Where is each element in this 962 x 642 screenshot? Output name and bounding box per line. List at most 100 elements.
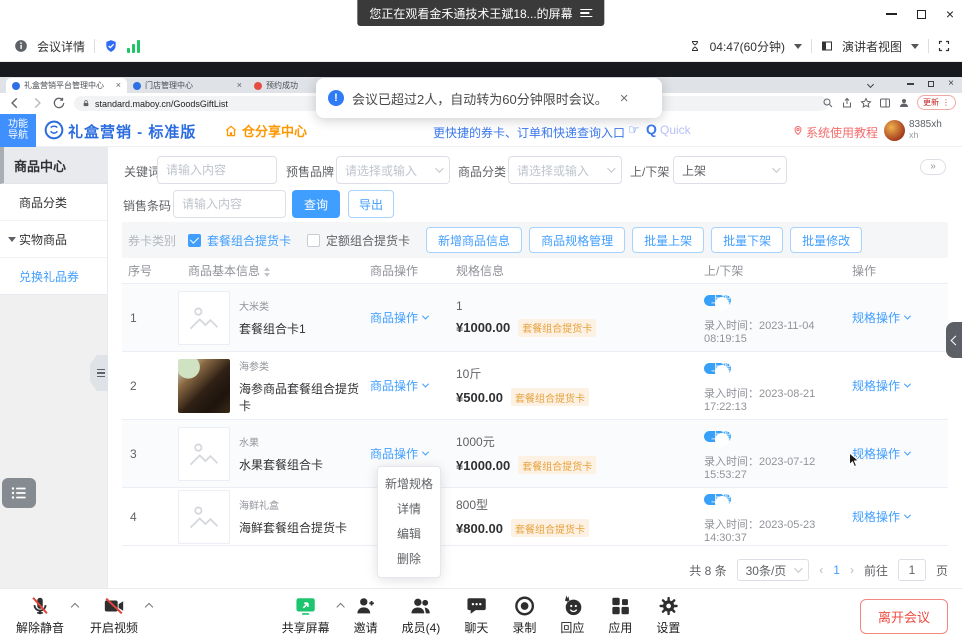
product-op-link[interactable]: 商品操作	[370, 377, 428, 394]
sort-icon[interactable]	[264, 267, 270, 277]
side-panel-icon[interactable]	[879, 97, 891, 109]
brand-title: 礼盒营销 - 标准版	[68, 121, 196, 142]
goto-page-input[interactable]	[898, 559, 926, 581]
export-button[interactable]: 导出	[348, 190, 394, 218]
view-mode-button[interactable]: 演讲者视图	[842, 38, 902, 55]
page-size-select[interactable]: 30条/页	[737, 559, 810, 581]
sidebar-item-physical-goods[interactable]: 实物商品	[0, 221, 107, 258]
shelf-toggle[interactable]: 上架	[704, 494, 731, 505]
invite-button[interactable]: 邀请	[354, 595, 378, 636]
user-avatar[interactable]	[884, 120, 905, 141]
kebab-menu-icon[interactable]: ⋮	[942, 98, 950, 107]
spec-op-label: 规格操作	[852, 377, 900, 394]
spec-manage-button[interactable]: 商品规格管理	[529, 227, 625, 253]
profile-icon[interactable]	[898, 97, 910, 109]
brand-select[interactable]: 请选择或输入	[336, 156, 450, 184]
tutorial-link[interactable]: 系统使用教程	[806, 124, 878, 141]
share-screen-button[interactable]: 共享屏幕	[282, 595, 330, 636]
share-center-link[interactable]: 仓分享中心	[224, 121, 307, 140]
menu-item-detail[interactable]: 详情	[378, 497, 440, 522]
unmute-button[interactable]: 解除静音	[16, 595, 64, 636]
checkbox-combo-card-label[interactable]: 套餐组合提货卡	[207, 232, 291, 249]
bookmark-star-icon[interactable]	[860, 97, 872, 109]
quick-label[interactable]: Quick	[660, 123, 691, 137]
window-maximize-button[interactable]	[917, 10, 926, 19]
view-dropdown-caret-icon[interactable]	[911, 44, 919, 49]
browser-minimize-button[interactable]	[907, 83, 914, 84]
browser-update-button[interactable]: 更新 ⋮	[917, 95, 956, 110]
checkbox-combo-card[interactable]	[188, 234, 201, 247]
browser-tab[interactable]: 门店管理中心 ×	[127, 78, 248, 93]
window-close-button[interactable]: ×	[946, 7, 954, 21]
window-minimize-button[interactable]	[886, 13, 897, 15]
share-options-caret-icon[interactable]	[336, 603, 344, 611]
checkbox-fixed-card-label[interactable]: 定额组合提货卡	[326, 232, 410, 249]
tab-close-icon[interactable]: ×	[116, 81, 121, 90]
back-icon[interactable]	[8, 96, 22, 110]
quick-entry-tip[interactable]: 更快捷的券卡、订单和快递查询入口	[433, 124, 625, 141]
shelf-toggle[interactable]: 上架	[704, 431, 731, 442]
product-op-link[interactable]: 商品操作	[370, 309, 428, 326]
nav-toggle-button[interactable]: 功能导航	[0, 114, 36, 147]
keyword-input[interactable]	[157, 156, 277, 184]
reaction-button[interactable]: 回应	[560, 595, 584, 636]
sidebar-item-goods-category[interactable]: 商品分类	[0, 184, 107, 221]
banner-menu-icon[interactable]	[581, 9, 593, 18]
control-label: 解除静音	[16, 619, 64, 636]
bulk-on-shelf-button[interactable]: 批量上架	[632, 227, 704, 253]
shelf-select[interactable]: 上架	[673, 156, 787, 184]
divider	[928, 39, 929, 53]
right-panel-handle[interactable]	[946, 322, 962, 358]
spec-op-link[interactable]: 规格操作	[852, 309, 910, 326]
add-product-button[interactable]: 新增商品信息	[426, 227, 522, 253]
quick-q-icon[interactable]: Q	[646, 121, 657, 137]
control-label: 聊天	[464, 619, 488, 636]
floating-list-button[interactable]	[2, 478, 36, 508]
barcode-input[interactable]	[173, 190, 286, 218]
bulk-edit-button[interactable]: 批量修改	[790, 227, 862, 253]
settings-button[interactable]: 设置	[656, 595, 680, 636]
product-op-link-open[interactable]: 商品操作	[370, 445, 428, 462]
bulk-off-shelf-button[interactable]: 批量下架	[711, 227, 783, 253]
security-shield-icon[interactable]	[104, 39, 118, 53]
toast-close-icon[interactable]: ×	[620, 90, 629, 107]
collapse-filters-button[interactable]: »	[920, 159, 946, 175]
chat-button[interactable]: 聊天	[464, 595, 488, 636]
meeting-details-button[interactable]: 会议详情	[37, 38, 85, 55]
fullscreen-icon[interactable]	[938, 40, 950, 52]
start-video-button[interactable]: 开启视频	[90, 595, 138, 636]
menu-item-delete[interactable]: 删除	[378, 547, 440, 572]
share-icon[interactable]	[841, 97, 853, 109]
menu-item-edit[interactable]: 编辑	[378, 522, 440, 547]
prev-page-button[interactable]: ‹	[819, 563, 823, 577]
refresh-icon[interactable]	[52, 96, 66, 110]
entry-time: 录入时间：2023-07-12 15:53:27	[704, 453, 852, 481]
members-button[interactable]: 成员(4)	[402, 595, 441, 636]
app-header: 功能导航 礼盒营销 - 标准版 仓分享中心 更快捷的券卡、订单和快递查询入口 ☞…	[0, 114, 962, 147]
browser-tab-active[interactable]: 礼盒营销平台管理中心 ×	[6, 78, 127, 93]
card-type-tag: 套餐组合提货卡	[518, 456, 596, 474]
tab-search-icon[interactable]	[867, 80, 874, 87]
apps-button[interactable]: 应用	[608, 595, 632, 636]
forward-icon[interactable]	[30, 96, 44, 110]
menu-item-add-spec[interactable]: 新增规格	[378, 472, 440, 497]
sidebar-item-gift-voucher[interactable]: 兑换礼品券	[0, 258, 107, 295]
video-options-caret-icon[interactable]	[145, 603, 153, 611]
timer-dropdown-caret-icon[interactable]	[794, 44, 802, 49]
leave-meeting-button[interactable]: 离开会议	[860, 599, 948, 634]
tab-close-icon[interactable]: ×	[237, 81, 242, 90]
record-button[interactable]: 录制	[512, 595, 536, 636]
mic-options-caret-icon[interactable]	[71, 603, 79, 611]
category-select[interactable]: 请选择或输入	[508, 156, 622, 184]
query-button[interactable]: 查询	[292, 190, 340, 218]
shelf-toggle[interactable]: 上架	[704, 295, 731, 306]
next-page-button[interactable]: ›	[850, 563, 854, 577]
spec-op-link[interactable]: 规格操作	[852, 377, 910, 394]
current-page[interactable]: 1	[833, 563, 840, 577]
browser-close-button[interactable]: ×	[948, 79, 954, 89]
browser-maximize-button[interactable]	[928, 81, 934, 87]
zoom-lens-icon[interactable]	[822, 97, 834, 109]
shelf-toggle[interactable]: 上架	[704, 363, 731, 374]
spec-op-link[interactable]: 规格操作	[852, 508, 910, 525]
checkbox-fixed-card[interactable]	[307, 234, 320, 247]
